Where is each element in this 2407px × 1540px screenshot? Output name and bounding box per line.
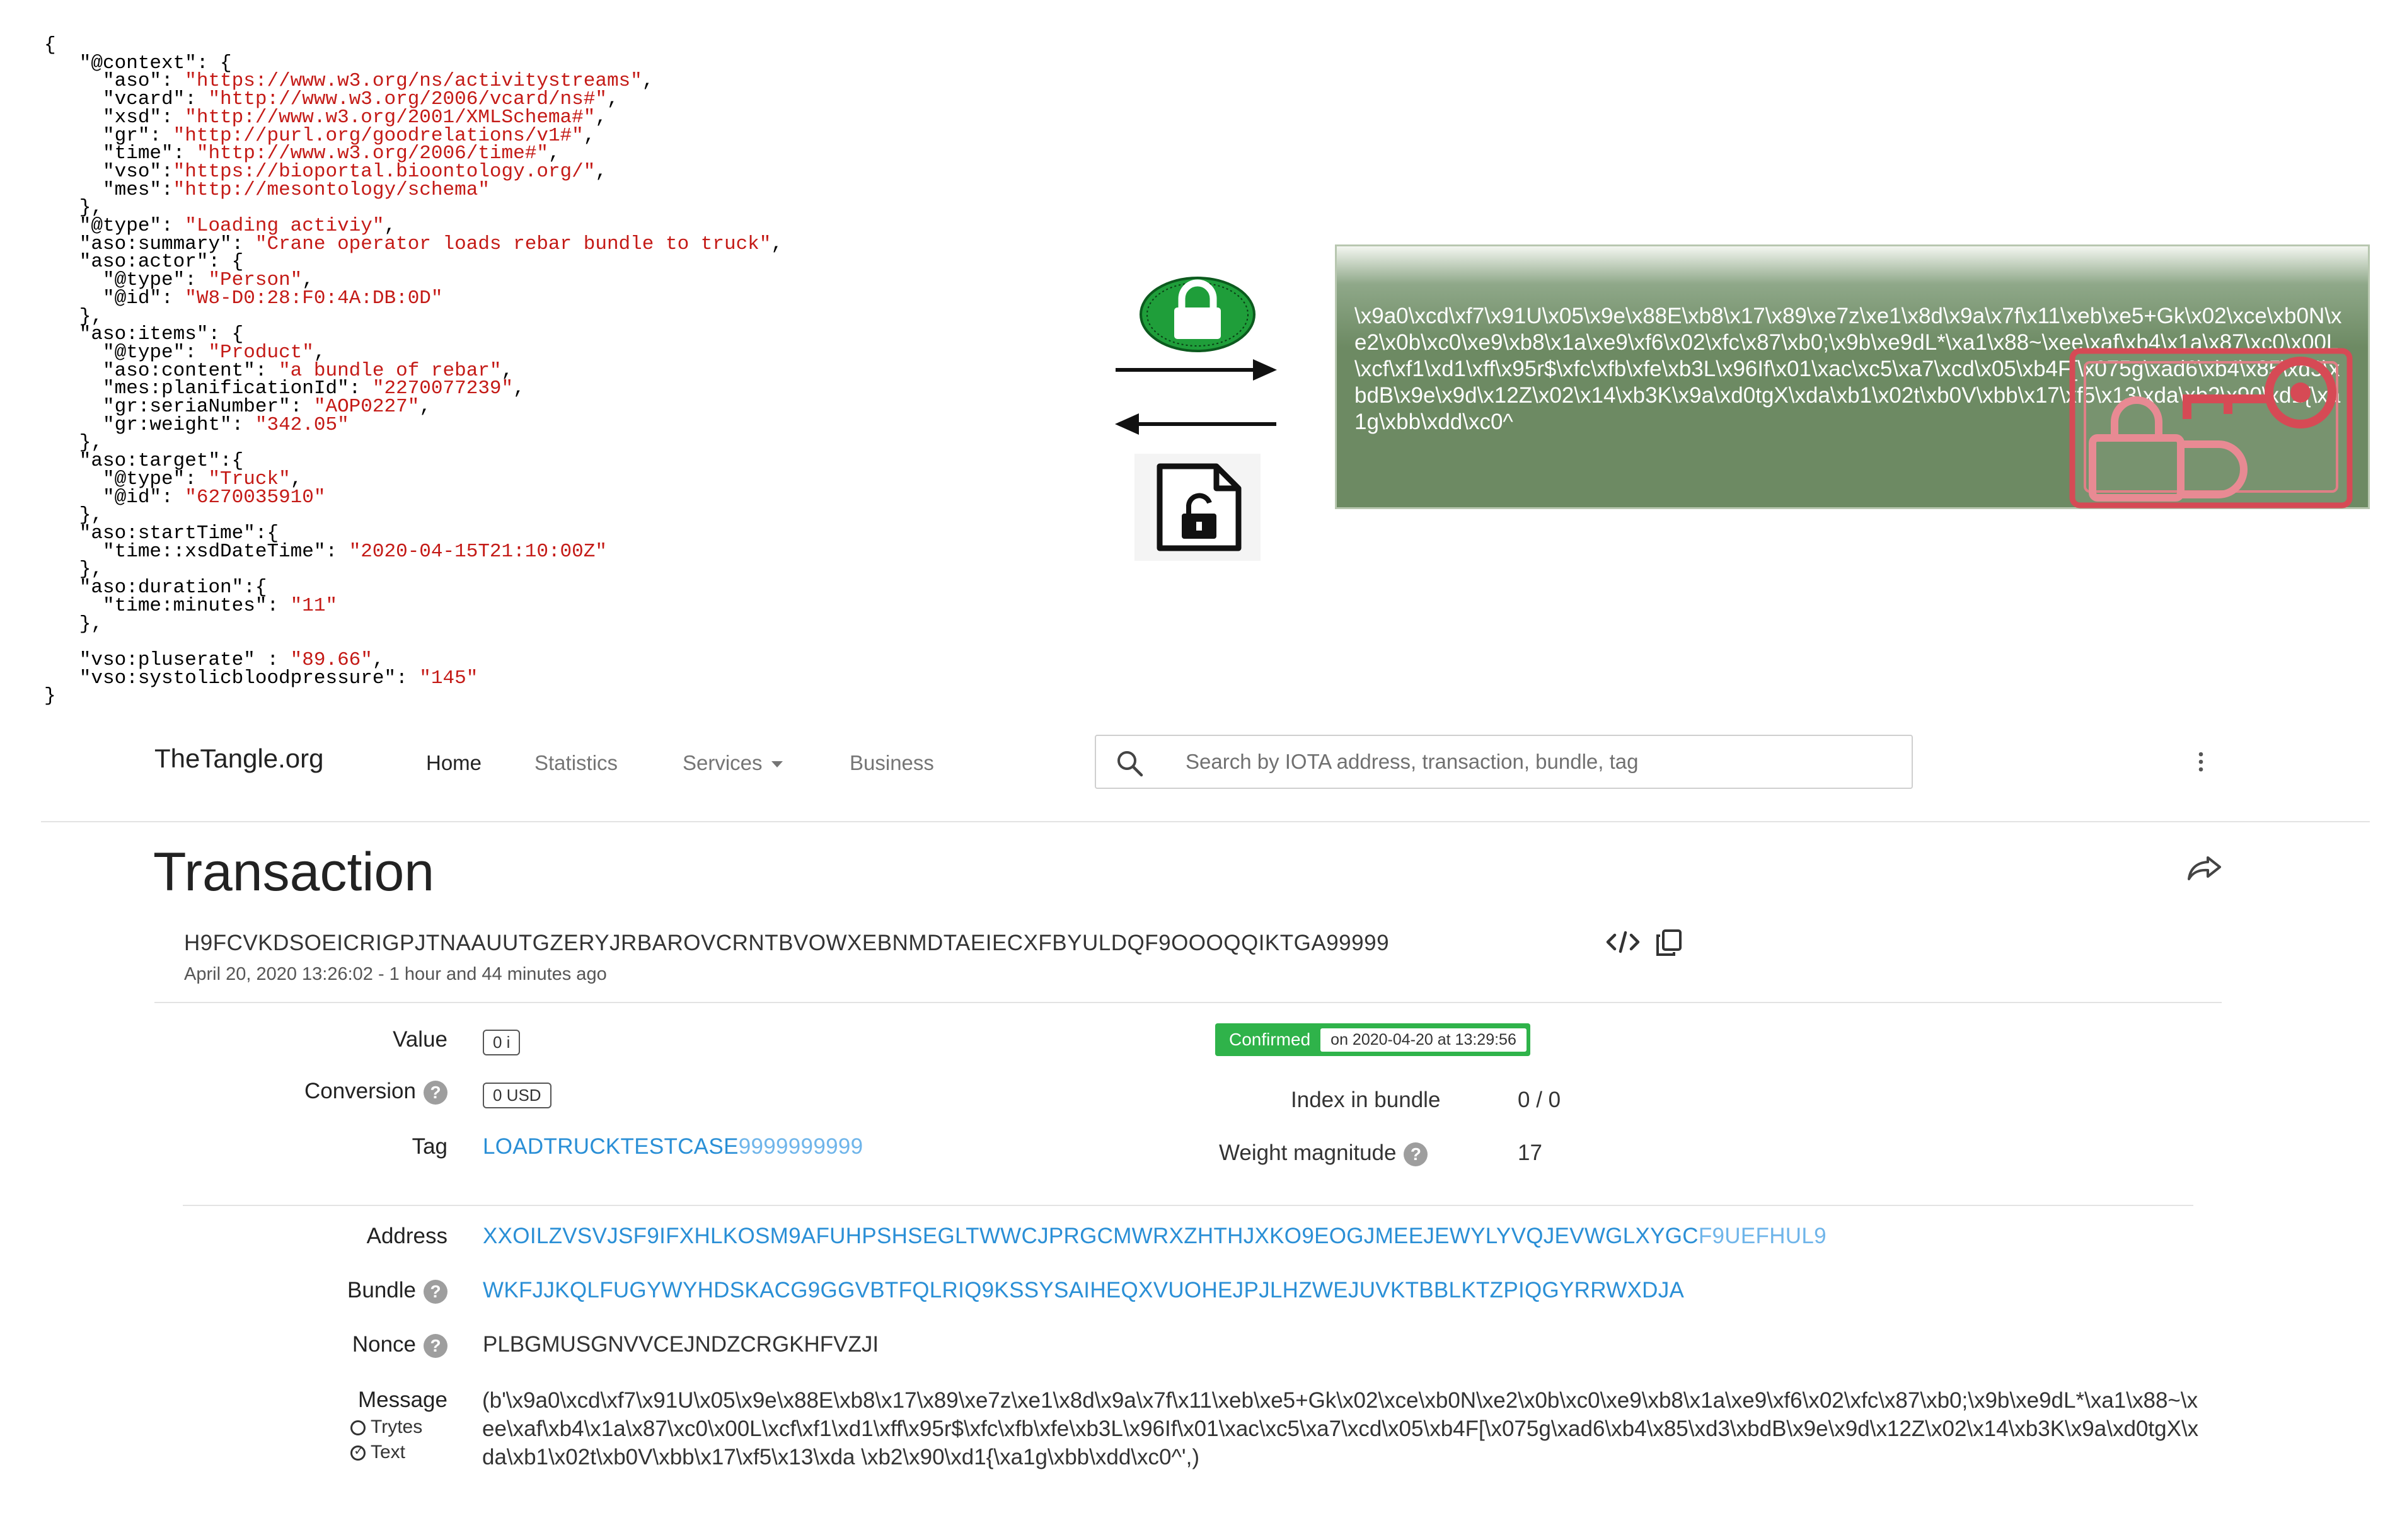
nonce-value: PLBGMUSGNVVCEJNDZCRGKHFVZJI: [483, 1332, 879, 1357]
value-label: Value: [393, 1027, 447, 1052]
code-key: ,: [606, 88, 619, 111]
message-content: (b'\x9a0\xcd\xf7\x91U\x05\x9e\x88E\xb8\x…: [482, 1388, 2199, 1469]
site-logo[interactable]: TheTangle.org: [154, 744, 324, 774]
radio-checked-icon: [350, 1443, 366, 1461]
bundle-label: Bundle?: [183, 1278, 447, 1304]
conversion-label-text: Conversion: [304, 1079, 416, 1103]
radio-text-label: Text: [371, 1442, 406, 1462]
weight-label-text: Weight magnitude: [1219, 1141, 1397, 1165]
code-key: ,: [513, 377, 525, 400]
help-icon[interactable]: ?: [424, 1080, 447, 1105]
status-text: Confirmed: [1229, 1030, 1311, 1049]
code-key: ,: [771, 233, 783, 255]
tag-link[interactable]: LOADTRUCKTESTCASE9999999999: [483, 1134, 863, 1159]
code-key: ,: [419, 396, 431, 418]
status-date: on 2020-04-20 at 13:29:56: [1320, 1028, 1527, 1052]
help-icon[interactable]: ?: [1404, 1142, 1428, 1166]
bundle-label-text: Bundle: [347, 1278, 416, 1302]
address-checksum: F9UEFHUL9: [1698, 1224, 1827, 1248]
conversion-label: Conversion?: [183, 1079, 447, 1105]
tag-padding: 9999999999: [738, 1134, 863, 1159]
code-string: "Crane operator loads rebar bundle to tr…: [255, 233, 771, 255]
code-key: ,: [583, 124, 596, 147]
arrow-right: [1116, 359, 1277, 381]
bundle-link[interactable]: WKFJJKQLFUGYWYHDSKACG9GGVBTFQLRIQ9KSSYSA…: [483, 1278, 1684, 1303]
radio-off-icon: [350, 1420, 366, 1436]
nonce-label: Nonce?: [183, 1332, 447, 1358]
more-menu-icon[interactable]: [2195, 751, 2207, 773]
help-icon[interactable]: ?: [424, 1333, 447, 1358]
tag-label: Tag: [412, 1134, 447, 1159]
nav-business[interactable]: Business: [850, 751, 934, 775]
nonce-label-text: Nonce: [352, 1332, 416, 1357]
nav-services-label: Services: [683, 751, 763, 774]
address-label: Address: [366, 1224, 447, 1248]
code-string: "6270035910": [185, 486, 326, 509]
arrow-left: [1115, 413, 1276, 435]
transaction-timestamp: April 20, 2020 13:26:02 - 1 hour and 44 …: [184, 964, 607, 984]
tag-main: LOADTRUCKTESTCASE: [483, 1134, 739, 1159]
json-code-block: { "@context": { "aso": "https://www.w3.o…: [44, 35, 1128, 723]
encrypted-lock-icon: [1140, 277, 1255, 352]
chevron-down-icon: [771, 761, 783, 768]
weight-label: Weight magnitude?: [1219, 1141, 1428, 1166]
search-box[interactable]: [1095, 735, 1913, 789]
code-line: }: [44, 685, 1128, 708]
value-badge: 0 i: [483, 1030, 521, 1055]
radio-trytes[interactable]: Trytes: [350, 1416, 422, 1438]
code-line: "vso:systolicbloodpressure": "145": [44, 667, 1128, 689]
address-main: XXOILZVSVJSF9IFXHLKOSM9AFUHPSHSEGLTWWCJP…: [483, 1224, 1699, 1248]
search-input[interactable]: [1184, 747, 1893, 776]
radio-trytes-label: Trytes: [371, 1416, 423, 1437]
code-line: "gr:weight": "342.05": [44, 413, 1128, 436]
code-string: "2020-04-15T21:10:00Z": [349, 540, 607, 563]
copy-icon[interactable]: [1655, 929, 1683, 957]
key-lock-icon: [2069, 348, 2353, 509]
conversion-badge: 0 USD: [483, 1083, 551, 1108]
nav-home[interactable]: Home: [426, 751, 482, 775]
code-line: "time::xsdDateTime": "2020-04-15T21:10:0…: [44, 540, 1128, 563]
code-key: ,: [642, 70, 654, 93]
section-divider: [154, 1002, 2222, 1003]
radio-text[interactable]: Text: [350, 1442, 405, 1463]
code-line: "@id": "6270035910": [44, 486, 1128, 509]
help-icon[interactable]: ?: [424, 1279, 447, 1304]
weight-value: 17: [1518, 1141, 1542, 1165]
code-string: "145": [419, 667, 478, 689]
code-view-icon[interactable]: [1606, 929, 1640, 955]
address-link[interactable]: XXOILZVSVJSF9IFXHLKOSM9AFUHPSHSEGLTWWCJP…: [483, 1224, 1827, 1249]
page-title: Transaction: [153, 842, 435, 902]
code-line: "@id": "W8-D0:28:F0:4A:DB:0D": [44, 287, 1128, 309]
code-key: ,: [595, 160, 607, 183]
nav-services[interactable]: Services: [683, 751, 783, 775]
index-value: 0 / 0: [1518, 1088, 1561, 1112]
code-key: ,: [595, 106, 607, 129]
code-string: "11": [290, 594, 338, 617]
code-line: "mes":"http://mesontology/schema": [44, 178, 1128, 201]
unlocked-document-icon: [1134, 454, 1261, 561]
search-icon: [1117, 751, 1143, 777]
code-string: "http://mesontology/schema": [173, 178, 490, 201]
message-label: Message: [357, 1388, 447, 1412]
code-key: }: [44, 685, 56, 708]
code-string: "W8-D0:28:F0:4A:DB:0D": [185, 287, 443, 309]
section-divider: [183, 1205, 2193, 1206]
code-key: "vso:systolicbloodpressure":: [44, 667, 420, 689]
share-icon[interactable]: [2187, 855, 2222, 882]
code-string: "342.05": [255, 413, 349, 436]
code-line: },: [44, 614, 1128, 634]
transaction-hash: H9FCVKDSOEICRIGPJTNAAUUTGZERYJRBAROVCRNT…: [184, 931, 1390, 955]
status-badge: Confirmed on 2020-04-20 at 13:29:56: [1215, 1023, 1530, 1056]
code-line: "time:minutes": "11": [44, 594, 1128, 617]
header-divider: [41, 821, 2370, 822]
nav-statistics[interactable]: Statistics: [534, 751, 618, 775]
index-label: Index in bundle: [1291, 1088, 1441, 1112]
